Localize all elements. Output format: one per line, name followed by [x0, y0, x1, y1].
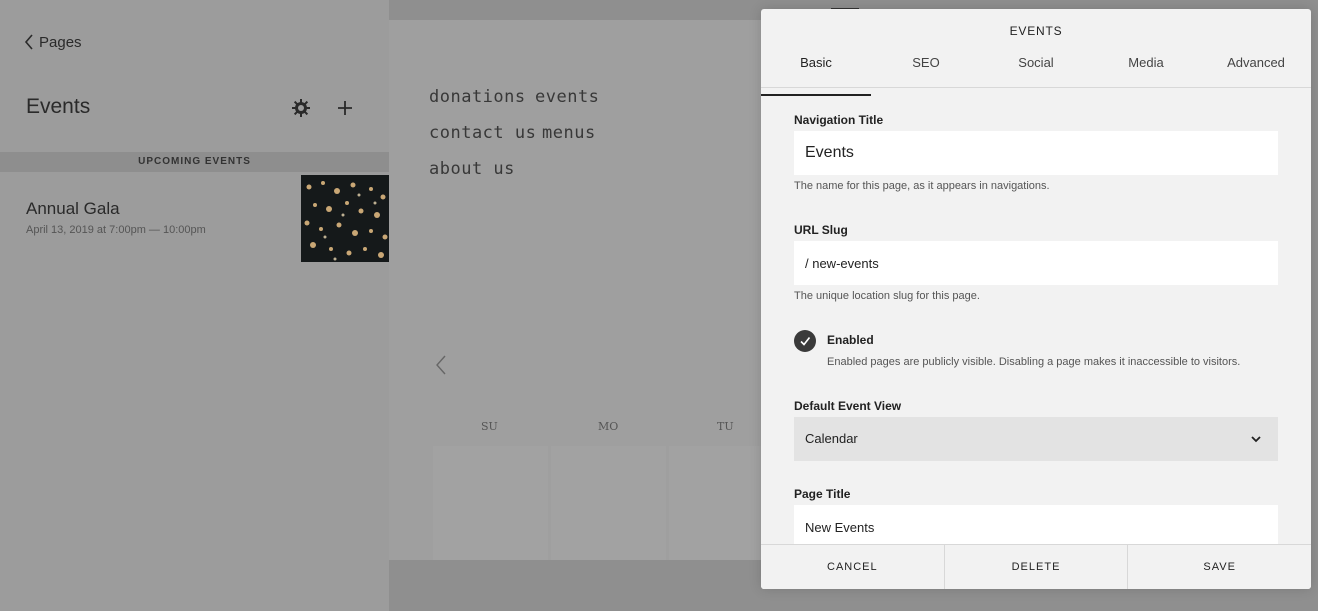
- navigation-title-help: The name for this page, as it appears in…: [794, 180, 1050, 192]
- nav-link-menus[interactable]: menus: [542, 123, 596, 143]
- back-label: Pages: [39, 33, 82, 51]
- tab-seo[interactable]: SEO: [871, 49, 981, 87]
- gear-icon: [292, 99, 310, 117]
- tab-basic[interactable]: Basic: [761, 49, 871, 96]
- calendar-cell: [551, 446, 666, 560]
- url-slug-label: URL Slug: [794, 223, 848, 237]
- page-title-input[interactable]: [794, 505, 1278, 544]
- enabled-help: Enabled pages are publicly visible. Disa…: [827, 356, 1241, 368]
- checkmark-icon: [800, 337, 811, 346]
- delete-button[interactable]: DELETE: [945, 545, 1129, 589]
- upcoming-events-header: UPCOMING EVENTS: [0, 152, 389, 172]
- url-slug-input[interactable]: [794, 241, 1278, 285]
- nav-link-events[interactable]: events: [535, 87, 599, 107]
- event-name: Annual Gala: [26, 199, 120, 218]
- navigation-title-label: Navigation Title: [794, 113, 884, 127]
- save-button[interactable]: SAVE: [1128, 545, 1311, 589]
- pages-panel: Pages Events UPCOMING EVENTS Annual Gala: [0, 0, 389, 611]
- dialog-footer: CANCEL DELETE SAVE: [761, 544, 1311, 589]
- back-to-pages-link[interactable]: Pages: [24, 32, 82, 52]
- default-event-view-value: Calendar: [805, 431, 858, 446]
- settings-tabs: Basic SEO Social Media Advanced: [761, 49, 1311, 96]
- default-event-view-label: Default Event View: [794, 399, 902, 413]
- chevron-left-icon: [24, 34, 33, 50]
- enabled-label: Enabled: [827, 333, 874, 347]
- page-settings-button[interactable]: [290, 97, 312, 119]
- nav-link-donations[interactable]: donations: [429, 87, 526, 107]
- nav-link-about-us[interactable]: about us: [429, 159, 515, 179]
- tab-media[interactable]: Media: [1091, 49, 1201, 87]
- enabled-checkbox[interactable]: [794, 330, 816, 352]
- page-title-label: Page Title: [794, 487, 851, 501]
- cancel-button[interactable]: CANCEL: [761, 545, 945, 589]
- tab-social[interactable]: Social: [981, 49, 1091, 87]
- event-date: April 13, 2019 at 7:00pm — 10:00pm: [26, 224, 206, 236]
- chevron-left-icon: [436, 355, 446, 375]
- dialog-title: EVENTS: [1009, 24, 1063, 38]
- chevron-down-icon: [1251, 436, 1261, 443]
- calendar-cell: [669, 446, 761, 560]
- add-event-button[interactable]: [334, 97, 356, 119]
- tab-advanced[interactable]: Advanced: [1201, 49, 1311, 87]
- calendar-day-header: MO: [598, 420, 619, 433]
- calendar-day-header: SU: [481, 420, 498, 433]
- calendar-prev-button[interactable]: [433, 354, 449, 376]
- calendar-day-header: TU: [717, 420, 734, 433]
- basic-settings-form: Navigation Title The name for this page,…: [794, 87, 1278, 544]
- default-event-view-select[interactable]: Calendar: [794, 417, 1278, 461]
- url-slug-help: The unique location slug for this page.: [794, 290, 980, 302]
- panel-title: Events: [26, 95, 91, 118]
- event-list-item[interactable]: Annual Gala April 13, 2019 at 7:00pm — 1…: [0, 175, 389, 262]
- navigation-title-input[interactable]: [794, 131, 1278, 175]
- event-thumbnail: [301, 175, 389, 262]
- nav-link-contact-us[interactable]: contact us: [429, 123, 536, 143]
- plus-icon: [338, 101, 352, 115]
- calendar-cell: [433, 446, 548, 560]
- page-settings-dialog: EVENTS Basic SEO Social Media Advanced N…: [761, 9, 1311, 589]
